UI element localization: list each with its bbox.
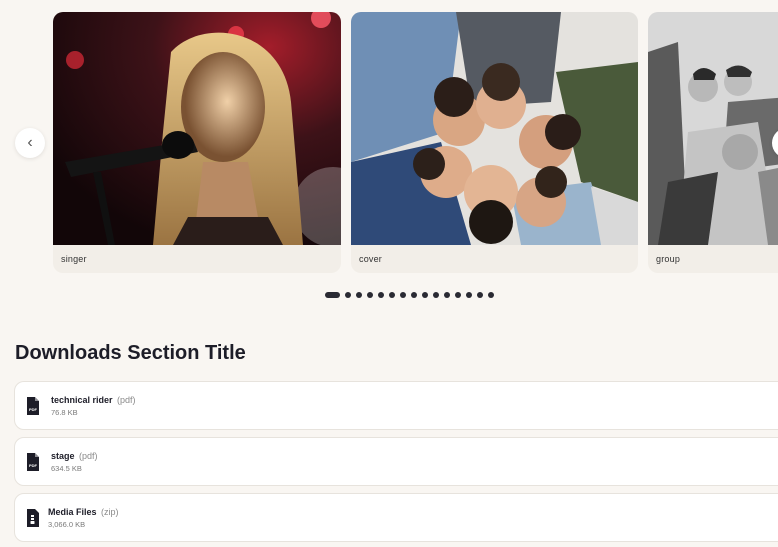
file-extension: (pdf) <box>79 451 98 461</box>
carousel-dot[interactable] <box>455 292 461 298</box>
download-item[interactable]: Media Files (zip) 3,066.0 KB <box>14 493 778 542</box>
slide-image <box>351 12 638 245</box>
carousel-slide-singer[interactable]: singer <box>53 12 341 273</box>
carousel-dot[interactable] <box>356 292 362 298</box>
carousel-dot[interactable] <box>477 292 483 298</box>
photo-carousel: ‹ singer cover group <box>0 0 778 310</box>
pdf-file-icon: PDF <box>25 397 41 415</box>
file-name: Media Files <box>48 507 97 517</box>
file-extension: (pdf) <box>117 395 136 405</box>
carousel-dot[interactable] <box>444 292 450 298</box>
file-size: 3,066.0 KB <box>48 520 86 529</box>
file-name: technical rider <box>51 395 113 405</box>
carousel-dot[interactable] <box>488 292 494 298</box>
file-extension: (zip) <box>101 507 119 517</box>
page: ‹ singer cover group Downloads Section T… <box>0 0 778 547</box>
carousel-dot[interactable] <box>422 292 428 298</box>
carousel-dot[interactable] <box>433 292 439 298</box>
carousel-slide-group[interactable]: group <box>648 12 778 273</box>
carousel-slide-cover[interactable]: cover <box>351 12 638 273</box>
carousel-dot[interactable] <box>378 292 384 298</box>
svg-text:PDF: PDF <box>29 407 38 412</box>
slide-label: cover <box>359 254 383 264</box>
downloads-section-title: Downloads Section Title <box>15 342 246 364</box>
svg-text:PDF: PDF <box>29 463 38 468</box>
zip-file-icon <box>25 509 41 527</box>
carousel-dot[interactable] <box>466 292 472 298</box>
carousel-dot[interactable] <box>400 292 406 298</box>
chevron-left-icon: ‹ <box>27 134 33 151</box>
carousel-prev-button[interactable]: ‹ <box>15 128 45 158</box>
slide-label: group <box>656 254 681 264</box>
download-item[interactable]: PDF stage (pdf) 634.5 KB <box>14 437 778 486</box>
carousel-dot[interactable] <box>389 292 395 298</box>
file-size: 634.5 KB <box>51 464 82 473</box>
download-item[interactable]: PDF technical rider (pdf) 76.8 KB <box>14 381 778 430</box>
carousel-dot[interactable] <box>325 292 340 298</box>
file-name: stage <box>51 451 75 461</box>
slide-label: singer <box>61 254 87 264</box>
slide-image <box>648 12 778 245</box>
carousel-pagination <box>325 292 494 298</box>
carousel-dot[interactable] <box>367 292 373 298</box>
pdf-file-icon: PDF <box>25 453 41 471</box>
file-size: 76.8 KB <box>51 408 78 417</box>
carousel-dot[interactable] <box>411 292 417 298</box>
downloads-list: PDF technical rider (pdf) 76.8 KB PDF st… <box>14 381 778 547</box>
slide-image <box>53 12 341 245</box>
carousel-dot[interactable] <box>345 292 351 298</box>
